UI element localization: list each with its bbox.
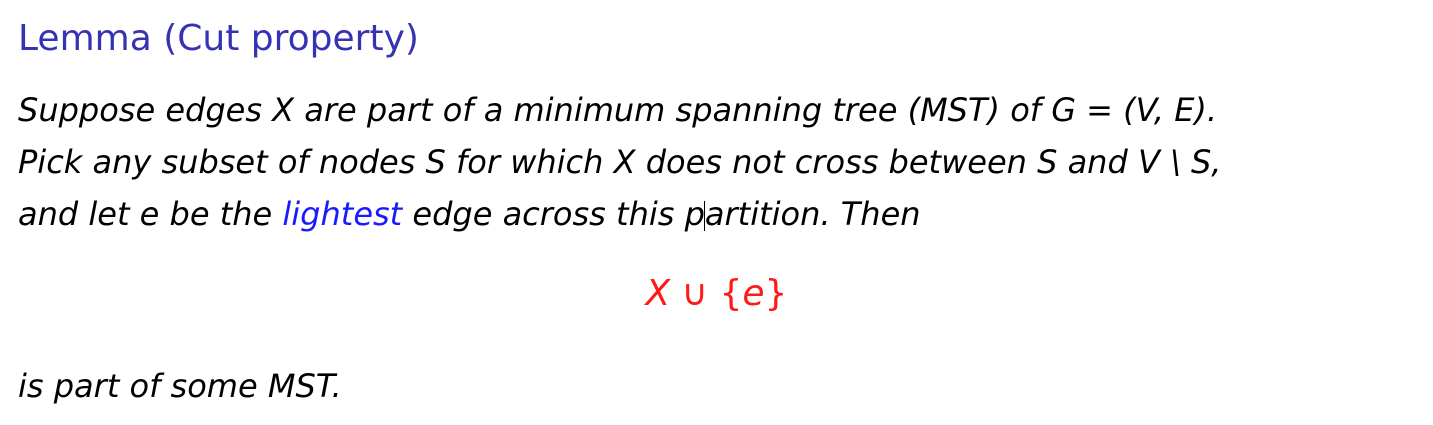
formula-open-brace: {	[719, 273, 743, 314]
lemma-slide: Lemma (Cut property) Suppose edges X are…	[0, 0, 1433, 425]
formula-close-brace: }	[764, 273, 788, 314]
highlight-lightest: lightest	[282, 195, 403, 233]
lemma-conclusion: is part of some MST.	[18, 367, 342, 405]
formula-e: e	[742, 273, 765, 314]
statement-line-3-mid: edge across this p	[402, 195, 705, 233]
statement-line-2: Pick any subset of nodes S for which X d…	[18, 143, 1222, 181]
statement-line-3-end: artition. Then	[704, 195, 921, 233]
formula-x: X	[645, 273, 671, 314]
statement-line-3: and let e be the lightest edge across th…	[18, 188, 1418, 240]
statement-line-3-start: and let e be the	[18, 195, 283, 233]
lemma-title: Lemma (Cut property)	[18, 18, 419, 59]
statement-line-1: Suppose edges X are part of a minimum sp…	[18, 91, 1218, 129]
display-formula: X ∪ {e}	[0, 272, 1433, 315]
lemma-statement: Suppose edges X are part of a minimum sp…	[18, 84, 1418, 240]
formula-union: ∪	[681, 273, 709, 314]
